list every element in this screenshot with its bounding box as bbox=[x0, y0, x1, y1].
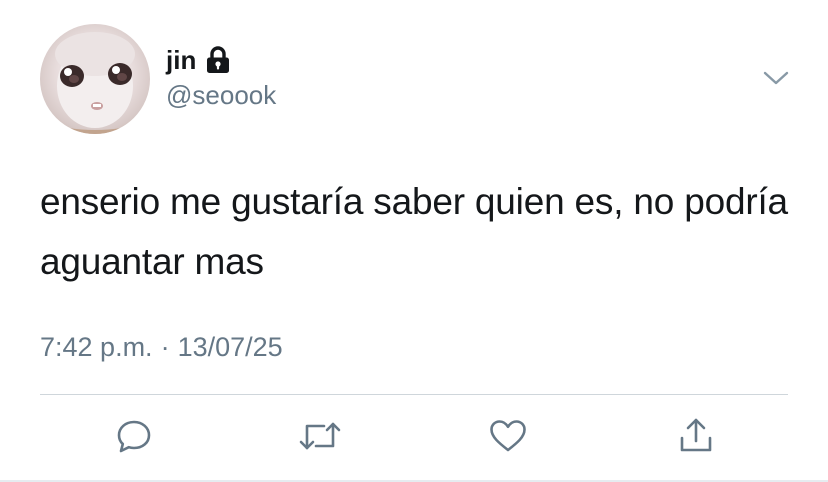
display-name[interactable]: jin bbox=[166, 47, 196, 73]
like-button[interactable] bbox=[484, 414, 532, 458]
tweet-timestamp[interactable]: 7:42 p.m. · 13/07/25 bbox=[40, 334, 283, 361]
tweet-text: enserio me gustaría saber quien es, no p… bbox=[40, 181, 788, 282]
tweet-time: 7:42 p.m. bbox=[40, 332, 153, 362]
retweet-icon bbox=[299, 422, 341, 450]
lock-icon bbox=[204, 45, 232, 75]
reply-button[interactable] bbox=[110, 414, 158, 458]
tweet-date: 13/07/25 bbox=[177, 332, 283, 362]
name-row: jin bbox=[166, 40, 232, 80]
user-handle[interactable]: @seoook bbox=[166, 82, 276, 108]
divider bbox=[40, 394, 788, 395]
tweet-card: jin @seoook enserio me gustaría saber qu… bbox=[0, 0, 828, 482]
reply-icon bbox=[117, 420, 151, 453]
chevron-down-icon bbox=[763, 71, 789, 85]
share-icon bbox=[680, 418, 712, 452]
share-button[interactable] bbox=[672, 414, 720, 458]
heart-icon bbox=[490, 420, 526, 452]
avatar[interactable] bbox=[40, 24, 150, 134]
tweet-menu-button[interactable] bbox=[758, 64, 794, 92]
meta-separator: · bbox=[160, 332, 170, 362]
doll-face-avatar-image bbox=[40, 32, 150, 134]
retweet-button[interactable] bbox=[296, 414, 344, 458]
